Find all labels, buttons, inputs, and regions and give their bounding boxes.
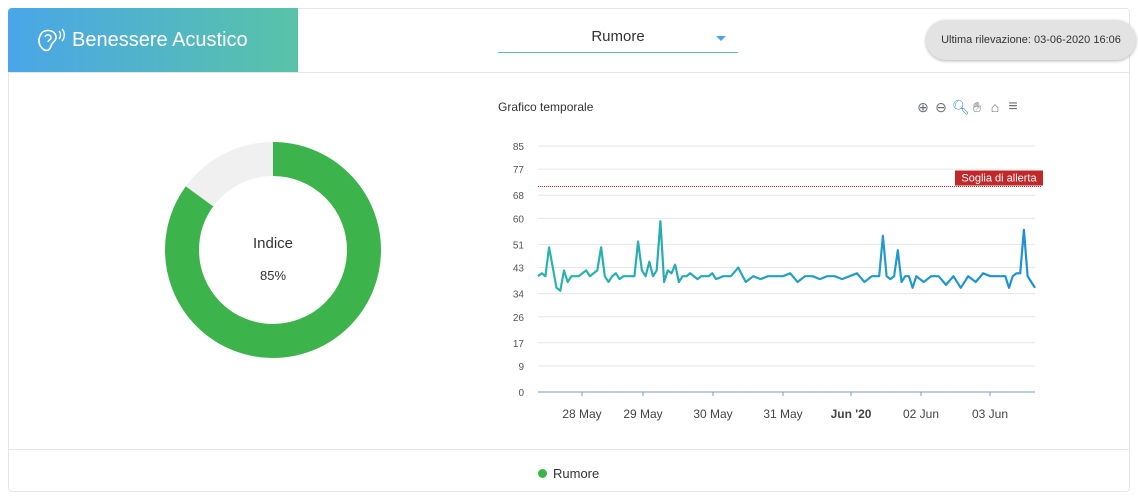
legend[interactable]: Rumore (538, 466, 599, 481)
search-zoom-icon[interactable]: 🔍︎ (952, 99, 970, 116)
metric-select[interactable]: Rumore (498, 20, 738, 53)
zoom-in-icon[interactable]: ⊕ (916, 99, 930, 116)
pan-hand-icon[interactable]: ✋︎ (970, 99, 984, 116)
home-icon[interactable]: ⌂ (988, 99, 1002, 115)
chart-title: Grafico temporale (498, 100, 594, 114)
legend-dot (538, 469, 547, 478)
gauge-value: 85% (259, 268, 287, 283)
chevron-down-icon (716, 36, 726, 41)
menu-icon[interactable]: ≡ (1006, 98, 1020, 116)
chart-toolbar: ⊕ ⊖ 🔍︎ ✋︎ ⌂ ≡ (916, 98, 1020, 116)
last-reading-text: Ultima rilevazione: 03-06-2020 16:06 (941, 34, 1121, 46)
gauge-label: Indice (252, 235, 294, 252)
page-title: Benessere Acustico (72, 28, 248, 51)
header-divider (8, 72, 1130, 73)
metric-select-value: Rumore (591, 28, 645, 45)
title-badge: Benessere Acustico (8, 8, 298, 72)
legend-label: Rumore (553, 466, 600, 481)
last-reading-badge: Ultima rilevazione: 03-06-2020 16:06 (926, 20, 1136, 60)
footer-divider (8, 449, 1130, 450)
zoom-out-icon[interactable]: ⊖ (934, 99, 948, 116)
ear-icon (38, 28, 65, 52)
